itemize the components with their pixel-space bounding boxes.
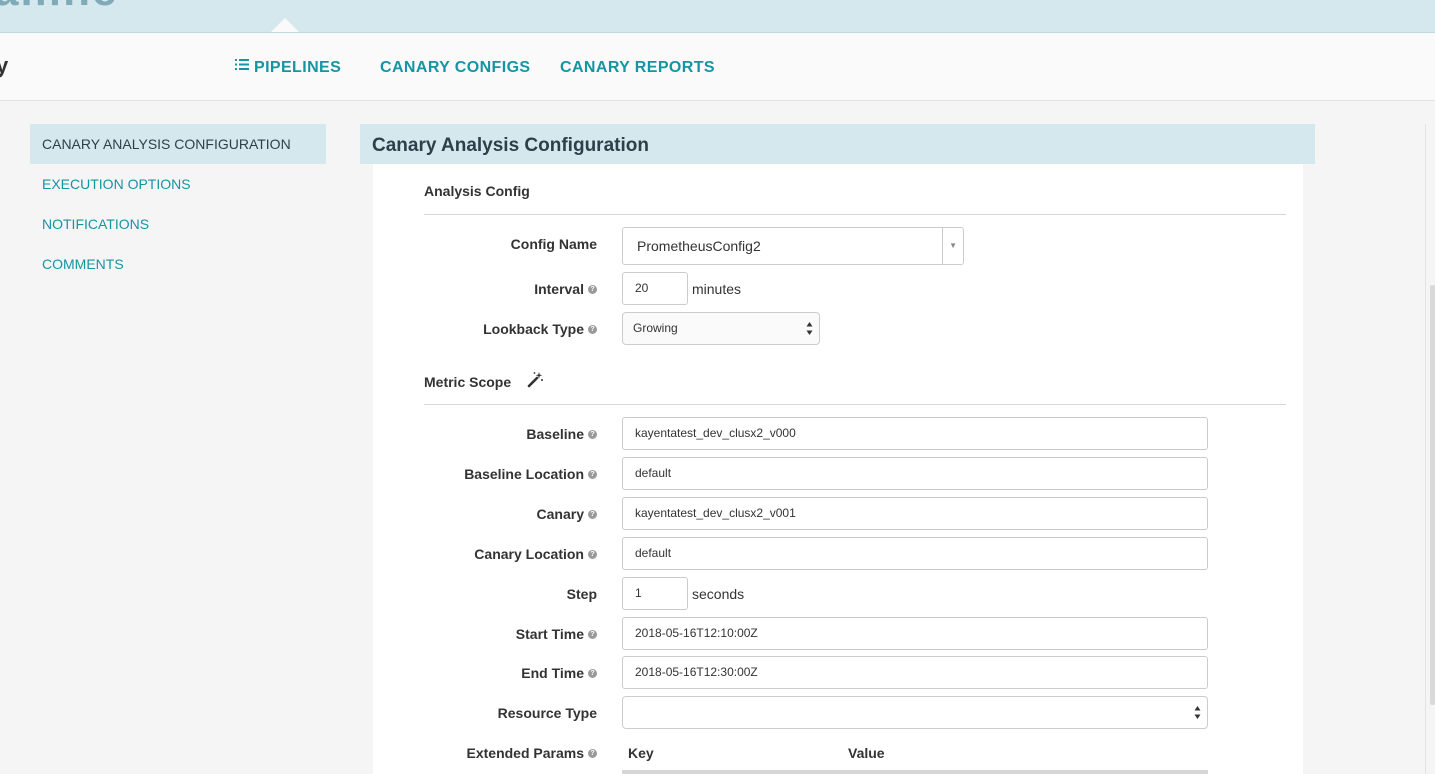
baseline-label: Baseline? [526,426,597,442]
resource-type-select[interactable] [622,696,1208,729]
nav-bar: y PIPELINES CANARY CONFIGS CANARY REPORT… [0,33,1435,101]
end-time-label: End Time? [521,665,597,681]
step-input[interactable]: 1 [622,577,688,610]
params-table-header-rule [622,770,1208,774]
scroll-track [1425,124,1426,774]
scrollbar-thumb[interactable] [1430,285,1435,705]
section-divider [424,404,1286,405]
params-key-header: Key [628,745,654,761]
step-label: Step [566,586,597,602]
params-value-header: Value [848,745,885,761]
extended-params-label: Extended Params? [467,745,597,761]
panel-title: Canary Analysis Configuration [360,124,1315,164]
help-icon[interactable]: ? [588,748,597,758]
nav-canary-configs-link[interactable]: CANARY CONFIGS [380,59,531,77]
help-icon[interactable]: ? [588,629,597,639]
sidebar-item-execution-options[interactable]: EXECUTION OPTIONS [30,164,326,204]
section-divider [424,214,1286,215]
canary-location-label: Canary Location? [474,546,597,562]
interval-unit: minutes [692,281,742,297]
help-icon[interactable]: ? [588,284,597,294]
nav-canary-reports-link[interactable]: CANARY REPORTS [560,59,715,77]
lookback-type-select[interactable]: Growing [622,312,820,345]
chevron-down-icon: ▼ [949,241,957,250]
lookback-type-label: Lookback Type? [483,321,597,337]
help-icon[interactable]: ? [588,429,597,439]
sidebar-item-canary-analysis-configuration[interactable]: CANARY ANALYSIS CONFIGURATION [30,124,326,164]
baseline-location-input[interactable]: default [622,457,1208,490]
help-icon[interactable]: ? [588,469,597,479]
top-banner: ailine [0,0,1435,33]
select-arrows-icon [1194,706,1201,719]
lookback-type-value: Growing [633,321,678,335]
config-name-value: PrometheusConfig2 [637,238,761,254]
resource-type-label: Resource Type [497,705,597,721]
select-divider [942,228,943,264]
canary-label: Canary? [537,506,597,522]
interval-label: Interval? [534,281,597,297]
help-icon[interactable]: ? [588,324,597,334]
nav-pipelines-label: PIPELINES [254,59,342,77]
canary-input[interactable]: kayentatest_dev_clusx2_v001 [622,497,1208,530]
list-icon [235,57,249,75]
magic-wand-icon[interactable] [526,371,544,389]
interval-input[interactable]: 20 [622,272,688,305]
start-time-label: Start Time? [516,626,597,642]
end-time-input[interactable]: 2018-05-16T12:30:00Z [622,656,1208,689]
config-name-select[interactable]: PrometheusConfig2 ▼ [622,227,964,265]
active-nav-pointer [271,18,299,32]
help-icon[interactable]: ? [588,549,597,559]
help-icon[interactable]: ? [588,668,597,678]
baseline-input[interactable]: kayentatest_dev_clusx2_v000 [622,417,1208,450]
step-unit: seconds [692,586,745,602]
canary-location-input[interactable]: default [622,537,1208,570]
sidebar-item-comments[interactable]: COMMENTS [30,244,326,284]
nav-pipelines-link[interactable]: PIPELINES [235,59,341,77]
app-name-fragment: y [0,53,9,78]
application-title: ailine [0,0,119,16]
start-time-input[interactable]: 2018-05-16T12:10:00Z [622,617,1208,650]
config-name-label: Config Name [510,236,597,252]
analysis-config-heading: Analysis Config [424,183,530,199]
sidebar-item-notifications[interactable]: NOTIFICATIONS [30,204,326,244]
help-icon[interactable]: ? [588,509,597,519]
metric-scope-heading: Metric Scope [424,374,512,390]
baseline-location-label: Baseline Location? [464,466,597,482]
select-arrows-icon [806,322,813,335]
